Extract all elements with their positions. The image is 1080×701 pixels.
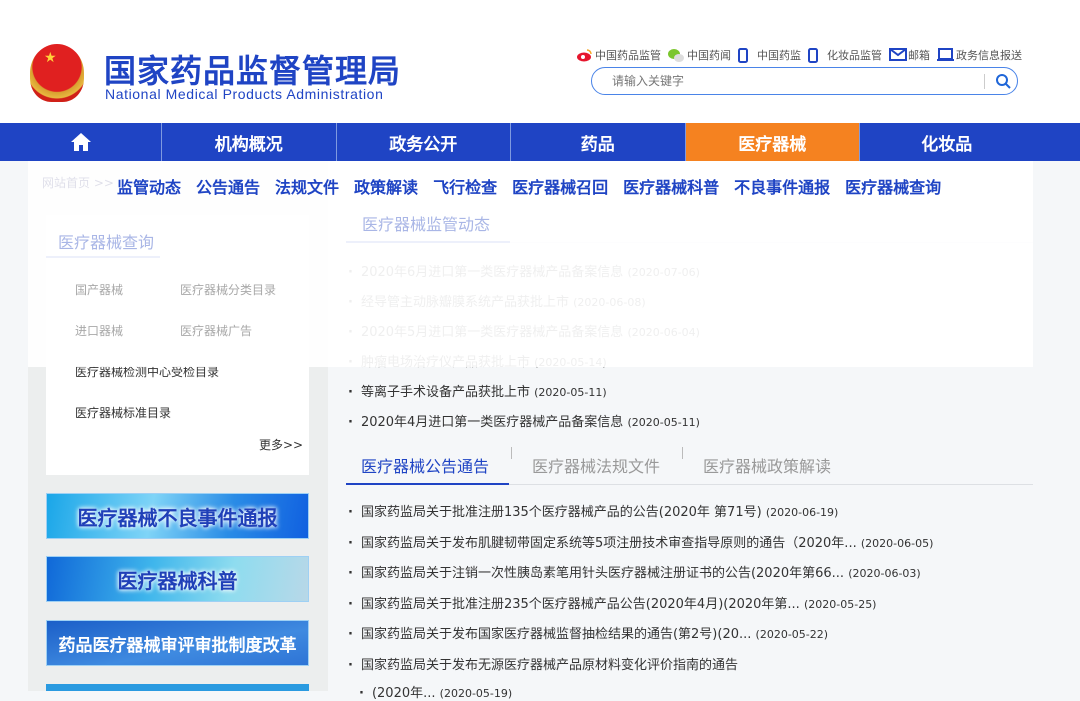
news-title: 国家药监局关于发布国家医疗器械监督抽检结果的通告(第2号)(20... — [360, 627, 752, 642]
top-link-label: 邮箱 — [908, 49, 930, 62]
tab-notices[interactable]: 医疗器械公告通告 — [361, 453, 489, 477]
news-title: 国家药监局关于发布肌腱韧带固定系统等5项注册技术审查指导原则的通告（2020年.… — [360, 535, 857, 551]
top-link-report[interactable]: 政务信息报送 — [937, 47, 1022, 63]
top-link-cosmetics[interactable]: 化妆品监管 — [808, 47, 882, 63]
dropdown-item[interactable]: 医疗器械科普 — [623, 174, 719, 198]
link-classification-catalog[interactable]: 医疗器械分类目录 — [180, 281, 276, 298]
dropdown-item[interactable]: 法规文件 — [275, 174, 339, 198]
news-date: (2020-06-19) — [765, 506, 839, 519]
news-date: (2020-05-19) — [439, 687, 513, 700]
news-title: 国家药监局关于批准注册235个医疗器械产品公告(2020年4月)(2020年第.… — [360, 596, 800, 612]
top-link-label: 中国药闻 — [687, 49, 731, 62]
dropdown-item[interactable]: 公告通告 — [196, 174, 260, 198]
dropdown-item[interactable]: 政策解读 — [354, 174, 418, 198]
dropdown-item[interactable]: 监管动态 — [117, 174, 181, 198]
dropdown-item[interactable]: 飞行检查 — [433, 174, 497, 198]
news-date: (2020-05-25) — [803, 597, 877, 611]
news-date: (2020-06-03) — [848, 567, 921, 580]
search-input[interactable] — [612, 72, 982, 90]
dropdown-item[interactable]: 医疗器械查询 — [845, 174, 941, 198]
mobile-icon — [808, 48, 824, 63]
site-title-en: National Medical Products Administration — [105, 86, 384, 102]
link-imported-devices[interactable]: 进口器械 — [75, 322, 123, 339]
top-link-label: 化妆品监管 — [827, 49, 882, 62]
wechat-icon — [668, 48, 684, 62]
news-title: 等离子手术设备产品获批上市 — [360, 385, 530, 400]
news-date: (2020-06-05) — [860, 536, 934, 550]
device-query-title: 医疗器械查询 — [58, 233, 155, 252]
top-link-weibo[interactable]: 中国药品监管 — [576, 47, 661, 63]
notice-item[interactable]: 国家药监局关于发布国家医疗器械监督抽检结果的通告(第2号)(20... (202… — [348, 623, 828, 642]
home-icon — [70, 133, 91, 151]
tab-underline — [346, 483, 509, 485]
news-item[interactable]: 2020年4月进口第一类医疗器械产品备案信息 (2020-05-11) — [348, 411, 700, 430]
news-title: 国家药监局关于发布无源医疗器械产品原材料变化评价指南的通告 — [360, 657, 738, 673]
top-link-app[interactable]: 中国药监 — [738, 47, 801, 63]
nav-cosmetics[interactable]: 化妆品 — [859, 123, 1034, 161]
top-links: 中国药品监管 中国药闻 中国药监 化妆品监管 邮箱 政务信息报送 — [576, 47, 1022, 63]
more-link[interactable]: 更多>> — [259, 436, 303, 453]
nav-home[interactable] — [0, 123, 161, 161]
banner-label: 医疗器械不良事件通报 — [77, 505, 278, 530]
monitor-icon — [937, 48, 954, 62]
top-link-mail[interactable]: 邮箱 — [889, 47, 930, 63]
search-box — [591, 67, 1018, 95]
mail-icon — [889, 48, 907, 62]
search-button[interactable] — [994, 72, 1012, 90]
news-date: (2020-05-22) — [755, 628, 829, 641]
notice-item[interactable]: 国家药监局关于发布无源医疗器械产品原材料变化评价指南的通告 — [348, 654, 738, 673]
notice-item[interactable]: 国家药监局关于批准注册135个医疗器械产品的公告(2020年 第71号) (20… — [348, 501, 838, 520]
mobile-icon — [738, 48, 754, 63]
dropdown-items: 监管动态 公告通告 法规文件 政策解读 飞行检查 医疗器械召回 医疗器械科普 不良事件通报 医疗… — [117, 174, 941, 198]
news-date: (2020-05-11) — [534, 386, 607, 399]
nav-drugs[interactable]: 药品 — [510, 123, 685, 161]
link-device-ads[interactable]: 医疗器械广告 — [180, 322, 252, 339]
divider — [984, 74, 985, 89]
banner-adverse-events[interactable]: 医疗器械不良事件通报 — [46, 493, 309, 539]
banner-label: 药品医疗器械审评审批制度改革 — [58, 635, 297, 656]
notice-item[interactable]: 国家药监局关于注销一次性胰岛素笔用针头医疗器械注册证书的公告(2020年第66.… — [348, 562, 921, 581]
notice-item[interactable]: 国家药监局关于发布肌腱韧带固定系统等5项注册技术审查指导原则的通告（2020年.… — [348, 532, 933, 551]
top-link-label: 中国药品监管 — [595, 49, 661, 62]
tab-divider — [511, 447, 512, 459]
banner-review-reform[interactable]: 药品医疗器械审评审批制度改革 — [46, 620, 309, 666]
supervision-title: 医疗器械监管动态 — [362, 215, 491, 234]
link-domestic-devices[interactable]: 国产器械 — [75, 281, 123, 298]
top-link-label: 中国药监 — [757, 49, 801, 62]
notice-item-continuation[interactable]: (2020年... (2020-05-19) — [359, 682, 512, 701]
news-title: (2020年... — [371, 686, 436, 701]
news-title: 2020年4月进口第一类医疗器械产品备案信息 — [360, 415, 624, 430]
news-date: (2020-05-11) — [627, 416, 700, 429]
search-icon — [996, 74, 1011, 89]
link-standards-catalog[interactable]: 医疗器械标准目录 — [75, 404, 171, 421]
dropdown-item[interactable]: 医疗器械召回 — [512, 174, 608, 198]
national-emblem-logo: ★ — [30, 44, 84, 102]
breadcrumb[interactable]: 网站首页 >> — [42, 174, 114, 191]
tab-regulations[interactable]: 医疗器械法规文件 — [532, 453, 660, 477]
nav-medical-devices[interactable]: 医疗器械 — [684, 123, 859, 161]
notice-item[interactable]: 国家药监局关于批准注册235个医疗器械产品公告(2020年4月)(2020年第.… — [348, 593, 877, 612]
weibo-icon — [576, 48, 592, 62]
news-title: 国家药监局关于批准注册135个医疗器械产品的公告(2020年 第71号) — [360, 505, 762, 520]
top-link-label: 政务信息报送 — [956, 49, 1022, 62]
banner-partial[interactable] — [46, 684, 309, 691]
top-link-wechat[interactable]: 中国药闻 — [668, 47, 731, 63]
banner-label: 医疗器械科普 — [117, 568, 238, 593]
nav-government-affairs[interactable]: 政务公开 — [335, 123, 511, 161]
main-nav: 机构概况 政务公开 药品 医疗器械 化妆品 — [0, 123, 1080, 161]
news-item[interactable]: 等离子手术设备产品获批上市 (2020-05-11) — [348, 381, 607, 400]
banner-popular-science[interactable]: 医疗器械科普 — [46, 556, 309, 602]
dropdown-item[interactable]: 不良事件通报 — [734, 174, 830, 198]
news-title: 国家药监局关于注销一次性胰岛素笔用针头医疗器械注册证书的公告(2020年第66.… — [360, 566, 845, 581]
tab-policy[interactable]: 医疗器械政策解读 — [703, 453, 831, 477]
tab-divider — [682, 447, 683, 459]
nav-organization[interactable]: 机构概况 — [161, 123, 336, 161]
